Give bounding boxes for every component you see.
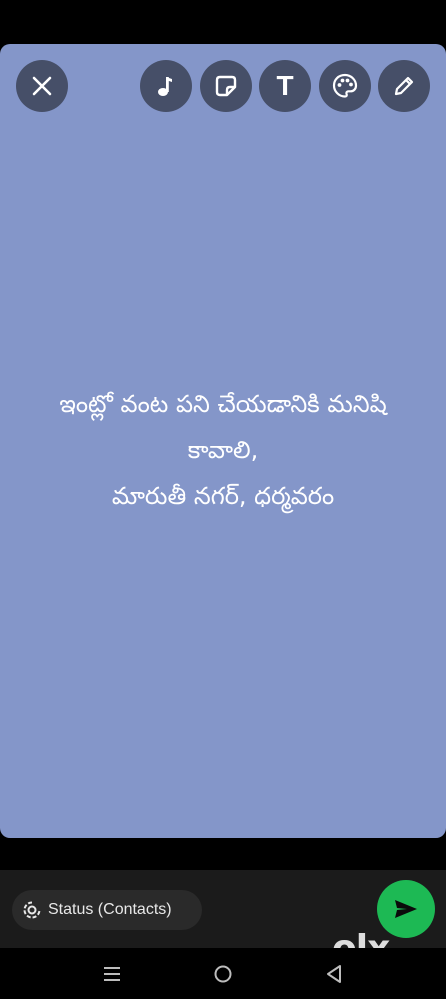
recents-icon xyxy=(104,967,120,981)
recents-button[interactable] xyxy=(100,962,124,986)
send-icon xyxy=(395,900,417,918)
sticker-button[interactable] xyxy=(200,60,252,112)
status-icon xyxy=(23,901,41,919)
close-icon xyxy=(32,76,52,96)
home-button[interactable] xyxy=(211,962,235,986)
palette-button[interactable] xyxy=(319,60,371,112)
text-icon: T xyxy=(276,70,294,101)
status-audience-chip[interactable]: Status (Contacts) xyxy=(12,890,202,930)
palette-icon xyxy=(332,73,358,98)
message-line: ఇంట్లో వంట పని చేయడానికి మనిషి xyxy=(59,390,387,418)
music-button[interactable] xyxy=(140,60,192,112)
music-note-icon xyxy=(158,77,172,96)
status-audience-label: Status (Contacts) xyxy=(48,901,172,918)
pencil-icon xyxy=(394,76,414,96)
message-line: కావాలి, xyxy=(187,436,259,464)
status-bar xyxy=(0,0,446,44)
pencil-button[interactable] xyxy=(378,60,430,112)
sticker-icon xyxy=(215,75,237,97)
back-icon xyxy=(327,965,341,983)
home-icon xyxy=(214,965,232,983)
status-message[interactable]: ఇంట్లో వంట పని చేయడానికి మనిషి కావాలి, మ… xyxy=(0,381,446,519)
back-button[interactable] xyxy=(322,962,346,986)
message-line: మారుతీ నగర్, ధర్మవరం xyxy=(111,482,335,510)
text-button[interactable]: T xyxy=(259,60,311,112)
close-button[interactable] xyxy=(16,60,68,112)
